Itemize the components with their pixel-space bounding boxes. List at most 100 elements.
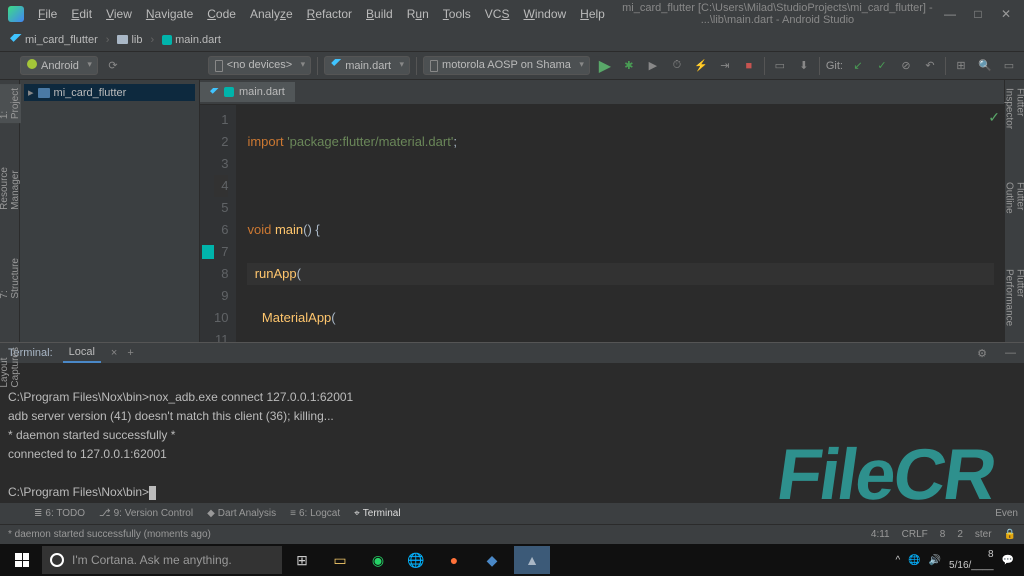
start-button[interactable]	[4, 546, 40, 574]
avd-manager-button[interactable]: ▭	[771, 57, 789, 75]
git-history-icon[interactable]: ⊘	[897, 57, 915, 75]
git-update-icon[interactable]: ↙	[849, 57, 867, 75]
target-device-selector[interactable]: motorola AOSP on Shama	[423, 56, 590, 74]
tool-flutter-inspector[interactable]: Flutter Inspector	[1004, 84, 1024, 148]
tool-project[interactable]: 1: Project	[0, 84, 21, 123]
right-tool-stripe: Flutter Inspector Flutter Outline Flutte…	[1004, 80, 1024, 342]
phone-icon	[215, 60, 223, 72]
sync-icon[interactable]: ⟳	[104, 57, 122, 75]
project-root-node[interactable]: ▸ mi_card_flutter	[24, 84, 195, 101]
git-label: Git:	[826, 60, 843, 72]
run-config-selector[interactable]: main.dart	[324, 56, 410, 75]
tool-structure[interactable]: 7: Structure	[0, 254, 21, 303]
editor-tabs: main.dart	[200, 80, 1004, 105]
line-marker-icon	[202, 245, 214, 259]
project-view-dropdown[interactable]: Android	[20, 56, 98, 75]
terminal-hide-icon[interactable]: —	[1005, 347, 1016, 359]
phone-icon	[430, 60, 438, 72]
project-tree[interactable]: ▸ mi_card_flutter	[20, 80, 199, 105]
watermark: FileCR	[778, 466, 994, 484]
menu-edit[interactable]: Edit	[65, 5, 98, 23]
tray-chevron-icon[interactable]: ^	[895, 555, 900, 566]
taskbar-app-chrome[interactable]: 🌐	[398, 546, 434, 574]
menu-refactor[interactable]: Refactor	[301, 5, 358, 23]
cortana-search[interactable]: I'm Cortana. Ask me anything.	[42, 546, 282, 574]
profile-button[interactable]: ⏱	[668, 57, 686, 75]
system-clock[interactable]: 85/16/____	[949, 549, 994, 571]
settings-icon[interactable]: ▭	[1000, 57, 1018, 75]
maximize-button[interactable]: □	[972, 7, 984, 21]
menu-view[interactable]: View	[100, 5, 138, 23]
terminal-close-tab-icon[interactable]: ×	[111, 347, 117, 359]
taskbar-app-android-studio[interactable]: ▲	[514, 546, 550, 574]
taskbar-app-explorer[interactable]: ▭	[322, 546, 358, 574]
breadcrumb-project-label: mi_card_flutter	[25, 34, 98, 46]
terminal-tab-local[interactable]: Local	[63, 343, 101, 363]
attach-debugger-button[interactable]: ⇥	[716, 57, 734, 75]
run-button[interactable]: ▶	[596, 57, 614, 75]
minimize-button[interactable]: —	[944, 7, 956, 21]
menu-build[interactable]: Build	[360, 5, 399, 23]
folder-icon	[117, 35, 128, 44]
breadcrumb-folder-label: lib	[131, 34, 142, 46]
close-button[interactable]: ✕	[1000, 7, 1012, 21]
expand-icon[interactable]: ▸	[28, 86, 34, 99]
taskbar-app-firefox[interactable]: ●	[436, 546, 472, 574]
hot-reload-button[interactable]: ⚡	[692, 57, 710, 75]
tab-label: main.dart	[239, 86, 285, 98]
terminal-header: Terminal: Local × + ⚙ —	[0, 343, 1024, 364]
terminal-settings-icon[interactable]: ⚙	[977, 347, 987, 360]
breadcrumb-file-label: main.dart	[175, 34, 221, 46]
menu-vcs[interactable]: VCS	[479, 5, 516, 23]
menu-file[interactable]: File	[32, 5, 63, 23]
task-view-button[interactable]: ⊞	[284, 546, 320, 574]
breadcrumb-project[interactable]: mi_card_flutter	[6, 33, 102, 47]
breadcrumb-file[interactable]: main.dart	[158, 33, 225, 47]
left-tool-stripe: 1: Project Resource Manager 7: Structure…	[0, 80, 20, 342]
tool-flutter-performance[interactable]: Flutter Performance	[1004, 265, 1024, 342]
chevron-right-icon: ›	[106, 34, 110, 46]
cortana-icon	[50, 553, 64, 567]
breadcrumb-folder[interactable]: lib	[113, 33, 146, 47]
terminal-panel: Terminal: Local × + ⚙ — C:\Program Files…	[0, 342, 1024, 502]
taskbar-app-generic[interactable]: ◆	[474, 546, 510, 574]
cortana-placeholder: I'm Cortana. Ask me anything.	[72, 553, 232, 567]
code-editor[interactable]: ✓ 12345678910111213 import 'package:flut…	[200, 105, 1004, 342]
editor-tab-main[interactable]: main.dart	[200, 82, 295, 102]
tray-network-icon[interactable]: 🌐	[908, 555, 920, 566]
titlebar: File Edit View Navigate Code Analyze Ref…	[0, 0, 1024, 28]
git-revert-icon[interactable]: ↶	[921, 57, 939, 75]
menu-window[interactable]: Window	[517, 5, 572, 23]
breadcrumb-bar: mi_card_flutter › lib › main.dart	[0, 28, 1024, 52]
tray-volume-icon[interactable]: 🔊	[929, 555, 941, 566]
terminal-new-tab-icon[interactable]: +	[127, 347, 133, 359]
main-menu: File Edit View Navigate Code Analyze Ref…	[32, 5, 611, 23]
menu-code[interactable]: Code	[201, 5, 242, 23]
tool-flutter-outline[interactable]: Flutter Outline	[1004, 178, 1024, 235]
menu-run[interactable]: Run	[401, 5, 435, 23]
menu-analyze[interactable]: Analyze	[244, 5, 299, 23]
taskbar-app-whatsapp[interactable]: ◉	[360, 546, 396, 574]
android-studio-logo-icon	[8, 6, 24, 22]
dart-file-icon	[162, 35, 172, 45]
project-panel: ▸ mi_card_flutter	[20, 80, 200, 342]
coverage-button[interactable]: ▶	[644, 57, 662, 75]
chevron-right-icon: ›	[150, 34, 154, 46]
tool-resource-manager[interactable]: Resource Manager	[0, 163, 21, 214]
terminal-output[interactable]: C:\Program Files\Nox\bin>nox_adb.exe con…	[0, 364, 1024, 544]
stop-button[interactable]: ■	[740, 57, 758, 75]
device-selector[interactable]: <no devices>	[208, 56, 311, 74]
system-tray[interactable]: ^ 🌐 🔊 85/16/____ 💬	[895, 549, 1020, 571]
code-content[interactable]: import 'package:flutter/material.dart'; …	[237, 105, 1004, 342]
debug-button[interactable]: ✱	[620, 57, 638, 75]
project-structure-icon[interactable]: ⊞	[952, 57, 970, 75]
dart-file-icon	[224, 87, 234, 97]
git-commit-icon[interactable]: ✓	[873, 57, 891, 75]
menu-navigate[interactable]: Navigate	[140, 5, 199, 23]
search-icon[interactable]: 🔍	[976, 57, 994, 75]
menu-tools[interactable]: Tools	[437, 5, 477, 23]
menu-help[interactable]: Help	[574, 5, 611, 23]
sdk-manager-button[interactable]: ⬇	[795, 57, 813, 75]
tray-notifications-icon[interactable]: 💬	[1002, 555, 1014, 566]
editor-area: main.dart ✓ 12345678910111213 import 'pa…	[200, 80, 1004, 342]
